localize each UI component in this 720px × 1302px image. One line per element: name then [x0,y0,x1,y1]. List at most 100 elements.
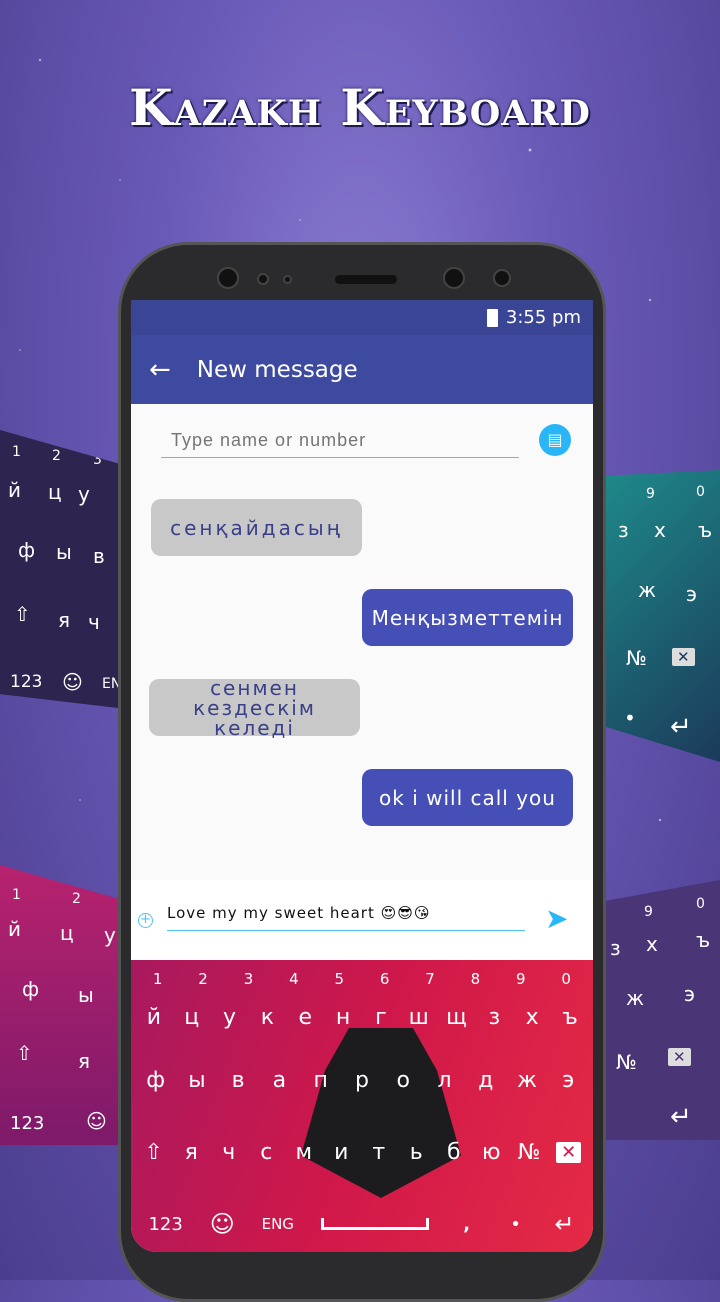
battery-icon [486,308,498,327]
key: ж [626,986,645,1010]
side-keyboard-preview-right-bottom: 9 0 з х ъ ж э № ✕ ↵ [606,880,720,1140]
key: ы [56,540,72,564]
shift-icon: ⇧ [14,602,31,626]
letter-key[interactable]: щ [446,1005,468,1030]
language-key[interactable]: ENG [262,1215,294,1233]
backspace-icon: ✕ [668,1048,691,1066]
comma-key[interactable]: , [456,1214,478,1235]
number-key[interactable]: 9 [510,970,532,988]
letter-key[interactable]: д [475,1068,497,1093]
key: EN [102,676,118,692]
letter-key[interactable]: ш [408,1005,430,1030]
key: в [93,544,105,568]
letter-key[interactable]: п [310,1068,332,1093]
letter-key[interactable]: т [368,1140,390,1165]
key: э [684,982,695,1006]
key: 9 [644,904,653,920]
message-outgoing: Менқызметтемін [362,589,573,646]
number-key[interactable]: 8 [464,970,486,988]
key: ы [78,983,94,1007]
number-key[interactable]: 3 [237,970,259,988]
number-key[interactable]: 5 [328,970,350,988]
app-bar: ← New message [131,335,593,404]
space-key[interactable] [320,1218,429,1230]
message-outgoing: ok i will call you [362,769,573,826]
letter-key[interactable]: ь [405,1140,427,1165]
number-key[interactable]: 7 [419,970,441,988]
letter-key[interactable]: ц [181,1005,203,1030]
key: ц [60,921,74,945]
key: х [654,518,666,542]
letter-key[interactable]: я [180,1140,202,1165]
key: х [646,932,658,956]
emoji-icon: ☺ [62,670,83,694]
message-incoming: сенқайдасың [151,499,362,556]
letter-key[interactable]: з [483,1005,505,1030]
letter-key[interactable]: ы [186,1068,208,1093]
letter-key[interactable]: ъ [559,1005,581,1030]
key: ъ [698,518,713,542]
letter-key[interactable]: э [557,1068,579,1093]
number-key[interactable]: 2 [192,970,214,988]
letter-row-3: ⇧ я ч с м и т ь б ю № ✕ [131,1140,593,1165]
letter-key[interactable]: ж [516,1068,538,1093]
number-key[interactable]: 4 [283,970,305,988]
send-icon[interactable]: ➤ [545,902,568,935]
enter-key[interactable]: ↵ [554,1210,576,1238]
number-key[interactable]: 0 [555,970,577,988]
camera-icon [493,269,511,287]
emoji-icon: ☺ [86,1109,107,1133]
recipient-row: ▤ [131,404,593,474]
letter-key[interactable]: м [293,1140,315,1165]
letter-key[interactable]: ю [480,1140,502,1165]
front-camera-icon [217,267,239,289]
side-keyboard-preview-left-top: 1 2 3 й ц у ф ы в ⇧ я ч 123 ☺ EN [0,430,118,708]
letter-key[interactable]: ф [145,1068,167,1093]
key: й [8,917,21,941]
letter-key[interactable]: б [443,1140,465,1165]
numbers-key[interactable]: 123 [148,1214,182,1235]
letter-key[interactable]: н [332,1005,354,1030]
letter-key[interactable]: л [433,1068,455,1093]
backspace-key[interactable]: ✕ [556,1142,582,1163]
key: ф [22,977,40,1001]
letter-key[interactable]: й [143,1005,165,1030]
page-title: New message [196,356,358,383]
recipient-input[interactable] [161,424,519,458]
phone-screen: 3:55 pm ← New message ▤ сенқайдасың Менқ… [131,300,593,1252]
letter-key[interactable]: и [330,1140,352,1165]
number-key[interactable]: 1 [147,970,169,988]
message-input[interactable]: Love my my sweet heart 😍😎😘 [167,904,525,931]
letter-key[interactable]: ч [218,1140,240,1165]
letter-key[interactable]: г [370,1005,392,1030]
key: ж [638,578,657,602]
plus-circle-icon[interactable]: + [138,913,153,928]
side-keyboard-preview-right-top: 9 0 з х ъ ж э № ✕ • ↵ [606,470,720,762]
key: з [618,518,629,542]
key: я [58,608,71,632]
key: 0 [696,484,705,500]
letter-key[interactable]: е [294,1005,316,1030]
key: № [626,646,647,670]
letter-key[interactable]: № [518,1140,541,1165]
letter-key[interactable]: к [256,1005,278,1030]
emoji-key[interactable]: ☺ [210,1210,235,1238]
key: 2 [72,891,81,907]
key: 123 [10,672,43,692]
side-keyboard-preview-left-bottom: 1 2 й ц у ф ы ⇧ я 123 ☺ [0,865,118,1145]
key: у [104,923,116,947]
letter-key[interactable]: у [219,1005,241,1030]
letter-key[interactable]: о [392,1068,414,1093]
letter-key[interactable]: а [268,1068,290,1093]
contact-book-icon[interactable]: ▤ [539,424,571,456]
letter-key[interactable]: р [351,1068,373,1093]
number-key[interactable]: 6 [374,970,396,988]
letter-key[interactable]: в [227,1068,249,1093]
period-key[interactable]: • [505,1214,527,1235]
arrow-left-icon[interactable]: ← [149,355,171,385]
shift-key[interactable]: ⇧ [143,1140,165,1165]
letter-key[interactable]: с [255,1140,277,1165]
sensor-icon [257,273,269,285]
key: 123 [10,1113,45,1134]
letter-key[interactable]: х [521,1005,543,1030]
